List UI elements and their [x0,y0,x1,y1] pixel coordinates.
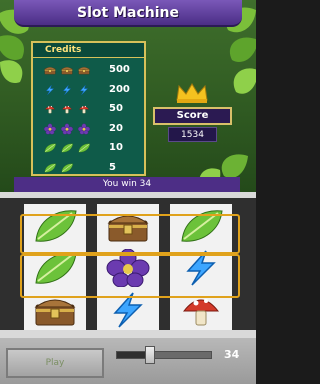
bet-slider-thumb[interactable] [144,346,155,364]
control-bar: Play 34 [0,338,256,384]
paytable-row: 5 [33,159,144,177]
leaf-icon [60,161,74,175]
leaf-icon [43,161,57,175]
paytable-symbols [43,63,91,77]
paytable-row: 50 [33,100,144,118]
credits-header: Credits [33,43,144,58]
paytable-symbols [43,102,91,116]
paytable-value: 10 [109,142,123,153]
payline-middle [20,254,240,298]
purple-flower-icon [60,122,74,136]
paytable-row: 10 [33,139,144,157]
score-label: Score [153,107,232,125]
paytable-symbols [43,83,91,97]
bet-slider-track[interactable] [116,351,212,359]
paytable-symbols [43,141,91,155]
purple-flower-icon [77,122,91,136]
lightning-bolt-icon [43,83,57,97]
crown-icon [176,83,208,103]
reel-window [0,198,256,330]
leaf-icon [43,141,57,155]
leaf-icon [77,141,91,155]
paytable-value: 500 [109,64,130,75]
score-value: 1534 [168,127,217,142]
lightning-bolt-icon [60,83,74,97]
paytable-value: 200 [109,83,130,95]
paytable-row: 20 [33,120,144,138]
paytable-symbols [43,161,74,175]
paytable-row: 500 [33,61,144,79]
paytable-symbols [43,122,91,136]
credits-paytable: Credits 500 200 50 20 10 5 [31,41,146,176]
paytable-value: 5 [109,161,116,173]
payline-top [20,214,240,254]
purple-flower-icon [43,122,57,136]
lightning-bolt-icon [77,83,91,97]
treasure-chest-icon [77,63,91,77]
bottom-screen: Play 34 [0,192,256,384]
mushroom-icon [77,102,91,116]
play-button[interactable]: Play [6,348,104,378]
win-message: You win 34 [14,177,240,192]
top-screen: Slot Machine Credits 500 200 50 20 10 5 Score… [0,0,256,192]
paytable-value: 50 [109,103,123,114]
paytable-value: 20 [109,122,123,134]
bet-value: 34 [224,348,240,361]
mushroom-icon [60,102,74,116]
treasure-chest-icon [60,63,74,77]
paytable-row: 200 [33,81,144,99]
game-title: Slot Machine [14,0,242,27]
leaf-icon [60,141,74,155]
mushroom-icon [43,102,57,116]
treasure-chest-icon [43,63,57,77]
